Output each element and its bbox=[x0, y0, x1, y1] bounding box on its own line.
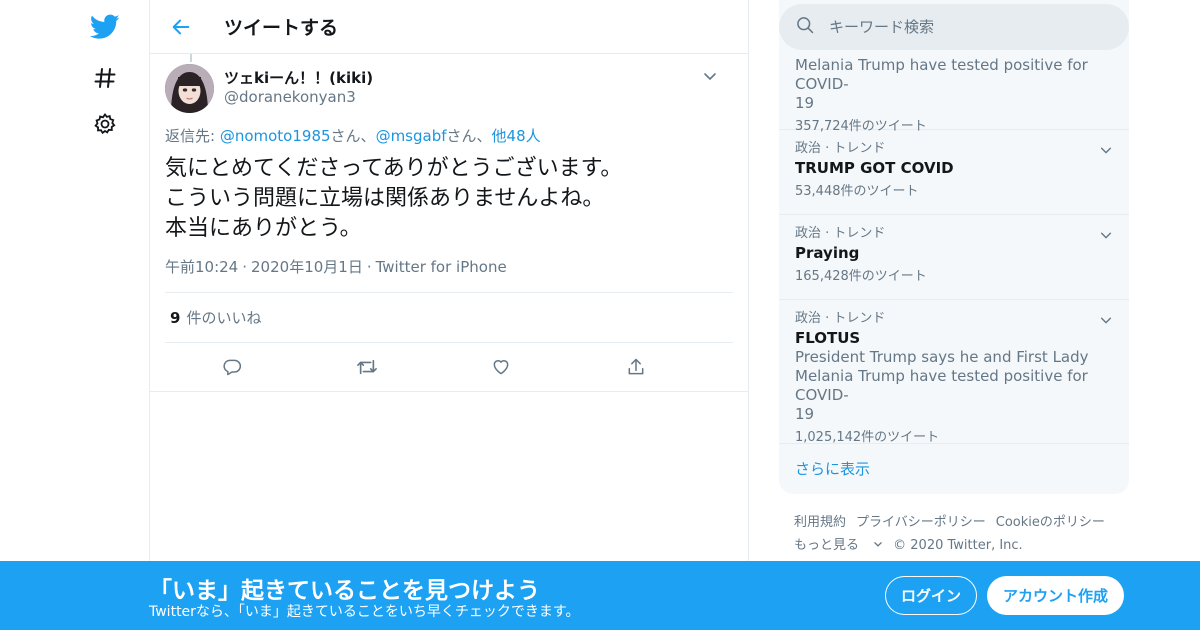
search-box[interactable] bbox=[779, 4, 1129, 50]
signup-button[interactable]: アカウント作成 bbox=[987, 576, 1124, 615]
chevron-down-icon[interactable] bbox=[1099, 227, 1113, 246]
trend-description: Melania Trump have tested positive for C… bbox=[795, 56, 1088, 93]
tweet-text-line: 本当にありがとう。 bbox=[165, 216, 362, 241]
main-header: ツイートする bbox=[150, 0, 748, 54]
likes-label: 件のいいね bbox=[186, 309, 262, 327]
trend-meta: 政治 · トレンド bbox=[795, 141, 886, 156]
search-icon bbox=[795, 15, 815, 39]
copyright: © 2020 Twitter, Inc. bbox=[893, 538, 1023, 553]
meta-separator: · bbox=[366, 258, 372, 276]
trend-item[interactable]: 政治 · トレンド Praying 165,428件のツイート bbox=[779, 215, 1129, 300]
trends-panel: Melania Trump have tested positive for C… bbox=[779, 0, 1129, 494]
tweet-time[interactable]: 午前10:24 bbox=[165, 258, 238, 276]
trend-description: 19 bbox=[795, 405, 815, 423]
tweet-meta: 午前10:24 · 2020年10月1日 · Twitter for iPhone bbox=[165, 256, 733, 293]
page-title: ツイートする bbox=[224, 17, 339, 39]
login-button[interactable]: ログイン bbox=[885, 576, 977, 615]
search-input[interactable] bbox=[829, 18, 1099, 36]
trend-meta: 政治 · トレンド bbox=[795, 226, 886, 241]
banner-subtitle: Twitterなら、「いま」起きていることをいち早くチェックできます。 bbox=[149, 604, 580, 620]
chevron-down-icon[interactable] bbox=[702, 68, 718, 88]
chevron-down-icon bbox=[874, 542, 882, 547]
author-names: ツェkiーん！！(kiki) @doranekonyan3 bbox=[224, 68, 373, 107]
chevron-down-icon[interactable] bbox=[1099, 312, 1113, 331]
likes-row[interactable]: 9 件のいいね bbox=[165, 293, 733, 343]
trend-count: 1,025,142件のツイート bbox=[795, 430, 940, 445]
tweet-text-line: こういう問題に立場は関係ありませんよね。 bbox=[165, 186, 605, 211]
tweet-date[interactable]: 2020年10月1日 bbox=[251, 258, 363, 276]
trend-count: 53,448件のツイート bbox=[795, 184, 919, 199]
trend-description: President Trump says he and First Lady bbox=[795, 348, 1089, 366]
hashtag-icon[interactable] bbox=[90, 63, 120, 93]
likes-count: 9 bbox=[170, 308, 181, 327]
footer-link-cookies[interactable]: Cookieのポリシー bbox=[996, 515, 1105, 530]
avatar[interactable] bbox=[165, 64, 214, 113]
trend-description: 19 bbox=[795, 94, 815, 112]
like-heart-icon[interactable] bbox=[483, 349, 519, 385]
main-column: ツイートする ツェkiーん！！(kiki) @doranekonyan3 返信先… bbox=[149, 0, 749, 630]
footer-more-link[interactable]: もっと見る bbox=[794, 538, 883, 553]
retweet-icon[interactable] bbox=[349, 349, 385, 385]
left-nav bbox=[80, 0, 130, 630]
tweet-source[interactable]: Twitter for iPhone bbox=[376, 258, 507, 276]
footer-link-terms[interactable]: 利用規約 bbox=[794, 515, 846, 530]
author-name[interactable]: ツェkiーん！！(kiki) bbox=[224, 68, 373, 88]
back-arrow-icon[interactable] bbox=[168, 14, 194, 40]
trend-description: Melania Trump have tested positive for C… bbox=[795, 367, 1088, 404]
tweet: ツェkiーん！！(kiki) @doranekonyan3 返信先: @nomo… bbox=[150, 54, 748, 392]
trend-meta: 政治 · トレンド bbox=[795, 311, 886, 326]
tweet-text-line: 気にとめてくださってありがとうございます。 bbox=[165, 156, 623, 181]
reply-icon[interactable] bbox=[214, 349, 250, 385]
tweet-author-row: ツェkiーん！！(kiki) @doranekonyan3 bbox=[165, 54, 733, 134]
footer: 利用規約 プライバシーポリシー Cookieのポリシー もっと見る © 2020 T… bbox=[794, 511, 1134, 557]
tweet-actions bbox=[165, 343, 733, 391]
trend-name: Praying bbox=[795, 244, 860, 262]
chevron-down-icon[interactable] bbox=[1099, 142, 1113, 161]
meta-separator: · bbox=[242, 258, 248, 276]
trend-name: TRUMP GOT COVID bbox=[795, 159, 954, 177]
footer-more-label: もっと見る bbox=[794, 538, 860, 553]
banner-title: 「いま」起きていることを見つけよう bbox=[149, 578, 540, 604]
trend-item[interactable]: 政治 · トレンド TRUMP GOT COVID 53,448件のツイート bbox=[779, 130, 1129, 215]
footer-link-privacy[interactable]: プライバシーポリシー bbox=[856, 515, 986, 530]
author-handle[interactable]: @doranekonyan3 bbox=[224, 88, 373, 107]
tweet-text: 気にとめてくださってありがとうございます。 こういう問題に立場は関係ありませんよ… bbox=[165, 154, 733, 244]
gear-icon[interactable] bbox=[90, 109, 120, 139]
trend-item[interactable]: 政治 · トレンド FLOTUS President Trump says he… bbox=[779, 300, 1129, 445]
trend-name: FLOTUS bbox=[795, 329, 861, 347]
twitter-bird-icon[interactable] bbox=[90, 12, 120, 42]
show-more-link[interactable]: さらに表示 bbox=[795, 458, 870, 479]
trend-count: 165,428件のツイート bbox=[795, 269, 927, 284]
signup-banner: 「いま」起きていることを見つけよう Twitterなら、「いま」起きていることを… bbox=[0, 561, 1200, 630]
share-icon[interactable] bbox=[618, 349, 654, 385]
